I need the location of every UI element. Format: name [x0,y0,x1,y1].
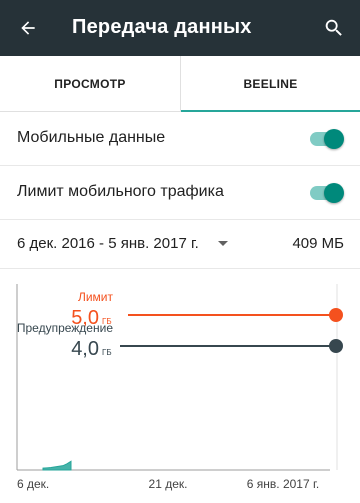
mobile-limit-row[interactable]: Лимит мобильного трафика [0,166,360,220]
search-button[interactable] [318,12,350,44]
mobile-data-label: Мобильные данные [17,129,166,146]
page-title: Передача данных [72,16,252,38]
threshold-handle-0 [329,308,343,322]
tab-overview[interactable]: ПРОСМОТР [0,56,180,111]
threshold-value-1: 4,0 [71,338,99,360]
x-tick-label: 21 дек. [149,477,188,491]
data-usage-total: 409 МБ [292,235,344,252]
threshold-label-1: Предупреждение [17,321,113,335]
threshold-handle-1 [329,339,343,353]
arrow-back-icon [21,21,35,35]
usage-series-area [42,460,72,471]
tab-label: ПРОСМОТР [54,76,126,91]
usage-chart-svg: Лимит5,0 ГБПредупреждение4,0 ГБ6 дек. 21 де… [16,284,343,491]
search-icon [325,19,342,36]
sim-tabs: ПРОСМОТР BEELINE [0,56,360,112]
period-selector[interactable]: 6 дек. 2016 - 5 янв. 2017 г. [17,235,199,252]
mobile-limit-label: Лимит мобильного трафика [17,183,224,200]
period-row: 6 дек. 2016 - 5 янв. 2017 г. 409 МБ [0,219,360,269]
usage-chart: Лимит 5,0 ГБ Предупреждение 4,0 ГБ 6 дек. 21 де… [0,270,360,498]
x-tick-label: 6 дек. [17,477,49,491]
threshold-label-0: Лимит [78,290,114,304]
mobile-limit-toggle[interactable] [308,183,344,203]
x-tick-label: 6 янв. 2017 г. [247,477,319,491]
tab-beeline[interactable]: BEELINE [180,56,360,112]
back-button[interactable] [12,12,44,44]
threshold-unit-1: ГБ [102,348,112,357]
app-bar: Передача данных [0,0,360,56]
mobile-data-row[interactable]: Мобильные данные [0,112,360,166]
tab-label: BEELINE [243,76,298,91]
mobile-data-toggle[interactable] [308,129,344,149]
chevron-down-icon[interactable] [218,241,228,246]
